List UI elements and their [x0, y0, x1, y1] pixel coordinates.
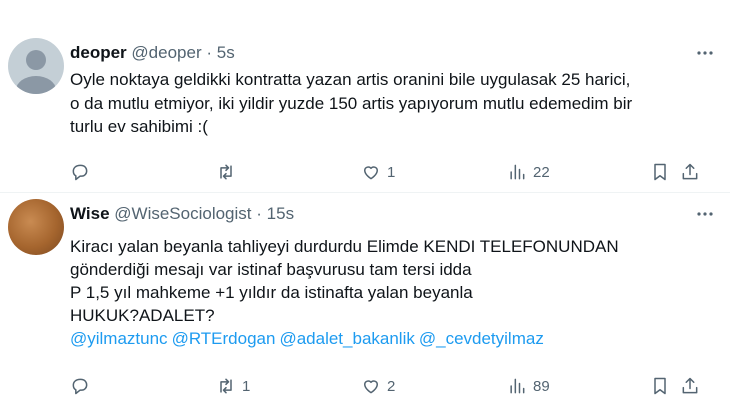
like-icon: [364, 380, 378, 394]
tweet-text: Kiracı yalan beyanla tahliyeyi durdurdu …: [70, 235, 710, 350]
views-count: 22: [533, 163, 550, 181]
mention-link[interactable]: @yilmaztunc: [70, 329, 168, 348]
retweet-button[interactable]: [216, 162, 242, 182]
mention-link[interactable]: @RTErdogan: [172, 329, 276, 348]
views-button[interactable]: 89: [507, 376, 550, 396]
avatar[interactable]: [8, 199, 64, 255]
tweet-text-line: turlu ev sahibimi :(: [70, 117, 208, 136]
like-button[interactable]: 1: [361, 162, 395, 182]
author-name[interactable]: deoper: [70, 43, 127, 62]
like-count: 2: [387, 377, 396, 395]
like-button[interactable]: 2: [361, 376, 395, 396]
mention-link[interactable]: @adalet_bakanlik: [279, 329, 414, 348]
tweet-header: deoper @deoper · 5s: [70, 42, 235, 64]
tweet-2[interactable]: Wise @WiseSociologist · 15s Kiracı yalan…: [0, 193, 730, 420]
share-icon: [682, 377, 698, 394]
separator: ·: [256, 204, 262, 223]
author-handle[interactable]: @deoper: [131, 43, 201, 62]
retweet-button[interactable]: 1: [216, 376, 250, 396]
retweet-count: 1: [242, 377, 251, 395]
tweet-text-line: gönderdiği mesajı var istinaf başvurusu …: [70, 260, 472, 279]
share-icon: [682, 163, 698, 180]
bookmark-icon: [654, 377, 666, 395]
tweet-text-line: Kiracı yalan beyanla tahliyeyi durdurdu …: [70, 237, 619, 256]
retweet-icon: [220, 378, 232, 394]
more-icon[interactable]: [694, 203, 716, 225]
bookmark-button[interactable]: [650, 162, 670, 182]
like-icon: [364, 166, 378, 180]
author-name[interactable]: Wise: [70, 204, 110, 223]
tweet-text-line: Oyle noktaya geldikki kontratta yazan ar…: [70, 70, 631, 89]
views-icon: [510, 378, 525, 394]
tweet-1[interactable]: deoper @deoper · 5s Oyle noktaya geldikk…: [0, 0, 730, 192]
bookmark-button[interactable]: [650, 376, 670, 396]
author-handle[interactable]: @WiseSociologist: [114, 204, 251, 223]
tweet-header: Wise @WiseSociologist · 15s: [70, 203, 294, 225]
tweet-text-line: HUKUK?ADALET?: [70, 306, 215, 325]
tweet-text-line: P 1,5 yıl mahkeme +1 yıldır da istinafta…: [70, 283, 473, 302]
more-icon[interactable]: [694, 42, 716, 64]
timestamp[interactable]: 15s: [267, 204, 294, 223]
like-count: 1: [387, 163, 396, 181]
mention-link[interactable]: @_cevdetyilmaz: [419, 329, 544, 348]
mentions: @yilmaztunc @RTErdogan @adalet_bakanlik @_c…: [70, 327, 710, 350]
tweet-text: Oyle noktaya geldikki kontratta yazan ar…: [70, 68, 710, 139]
default-avatar-icon: [16, 50, 56, 94]
share-button[interactable]: [680, 162, 700, 182]
separator: ·: [206, 43, 213, 62]
reply-button[interactable]: [70, 162, 96, 182]
views-button[interactable]: 22: [507, 162, 550, 182]
share-button[interactable]: [680, 376, 700, 396]
views-count: 89: [533, 377, 550, 395]
reply-icon: [72, 378, 88, 395]
avatar[interactable]: [8, 38, 64, 94]
action-bar: 1 2 89: [0, 376, 730, 400]
views-icon: [510, 164, 525, 180]
reply-icon: [72, 164, 88, 181]
timestamp[interactable]: 5s: [217, 43, 235, 62]
bookmark-icon: [654, 163, 666, 181]
tweet-text-line: o da mutlu etmiyor, iki yildir yuzde 150…: [70, 93, 633, 113]
retweet-icon: [220, 164, 232, 180]
reply-button[interactable]: [70, 376, 96, 396]
action-bar: 1 22: [0, 162, 730, 186]
